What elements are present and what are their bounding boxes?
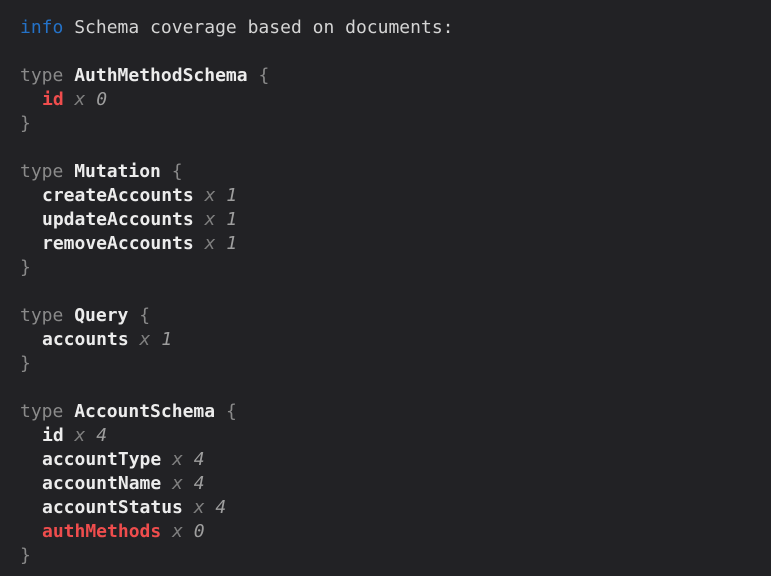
open-brace: { [258,65,269,86]
type-block-accountschema: type AccountSchema { id x 4 accountType … [20,400,771,568]
field-row: accountStatus x 4 [20,496,771,520]
multiplier: x [205,209,216,230]
type-close-line: } [20,256,771,280]
field-name: id [42,425,64,446]
field-name: id [42,89,64,110]
type-keyword: type [20,401,63,422]
usage-count: 0 [96,89,107,110]
usage-count: 4 [194,473,205,494]
type-close-line: } [20,352,771,376]
terminal-output[interactable]: info Schema coverage based on documents:… [0,0,771,576]
type-open-line: type AuthMethodSchema { [20,64,771,88]
multiplier: x [140,329,151,350]
field-row: removeAccounts x 1 [20,232,771,256]
usage-count: 1 [226,233,237,254]
usage-count: 1 [226,185,237,206]
field-name: accounts [42,329,129,350]
type-open-line: type AccountSchema { [20,400,771,424]
info-label: info [20,17,63,38]
type-name: AuthMethodSchema [74,65,247,86]
close-brace: } [20,113,31,134]
field-row: updateAccounts x 1 [20,208,771,232]
multiplier: x [75,89,86,110]
type-block-mutation: type Mutation { createAccounts x 1 updat… [20,160,771,280]
field-row: createAccounts x 1 [20,184,771,208]
type-name: Mutation [74,161,161,182]
usage-count: 0 [194,521,205,542]
type-keyword: type [20,161,63,182]
field-name: createAccounts [42,185,194,206]
coverage-header-line: info Schema coverage based on documents: [20,16,771,40]
field-row: accountType x 4 [20,448,771,472]
multiplier: x [205,185,216,206]
field-row: id x 4 [20,424,771,448]
multiplier: x [172,521,183,542]
close-brace: } [20,257,31,278]
multiplier: x [194,497,205,518]
usage-count: 4 [96,425,107,446]
coverage-header-message: Schema coverage based on documents: [74,17,453,38]
usage-count: 1 [226,209,237,230]
field-name: removeAccounts [42,233,194,254]
usage-count: 1 [161,329,172,350]
close-brace: } [20,545,31,566]
type-open-line: type Mutation { [20,160,771,184]
open-brace: { [226,401,237,422]
multiplier: x [172,473,183,494]
usage-count: 4 [215,497,226,518]
field-row: id x 0 [20,88,771,112]
type-block-query: type Query { accounts x 1 } [20,304,771,376]
field-row: authMethods x 0 [20,520,771,544]
type-name: AccountSchema [74,401,215,422]
field-name: accountStatus [42,497,183,518]
type-close-line: } [20,544,771,568]
type-open-line: type Query { [20,304,771,328]
multiplier: x [205,233,216,254]
multiplier: x [172,449,183,470]
type-keyword: type [20,305,63,326]
type-close-line: } [20,112,771,136]
type-name: Query [74,305,128,326]
field-name: accountName [42,473,161,494]
field-name: authMethods [42,521,161,542]
field-name: updateAccounts [42,209,194,230]
close-brace: } [20,353,31,374]
field-row: accounts x 1 [20,328,771,352]
usage-count: 4 [194,449,205,470]
field-name: accountType [42,449,161,470]
type-block-authmethodschema: type AuthMethodSchema { id x 0 } [20,64,771,136]
type-keyword: type [20,65,63,86]
open-brace: { [172,161,183,182]
field-row: accountName x 4 [20,472,771,496]
open-brace: { [139,305,150,326]
multiplier: x [75,425,86,446]
